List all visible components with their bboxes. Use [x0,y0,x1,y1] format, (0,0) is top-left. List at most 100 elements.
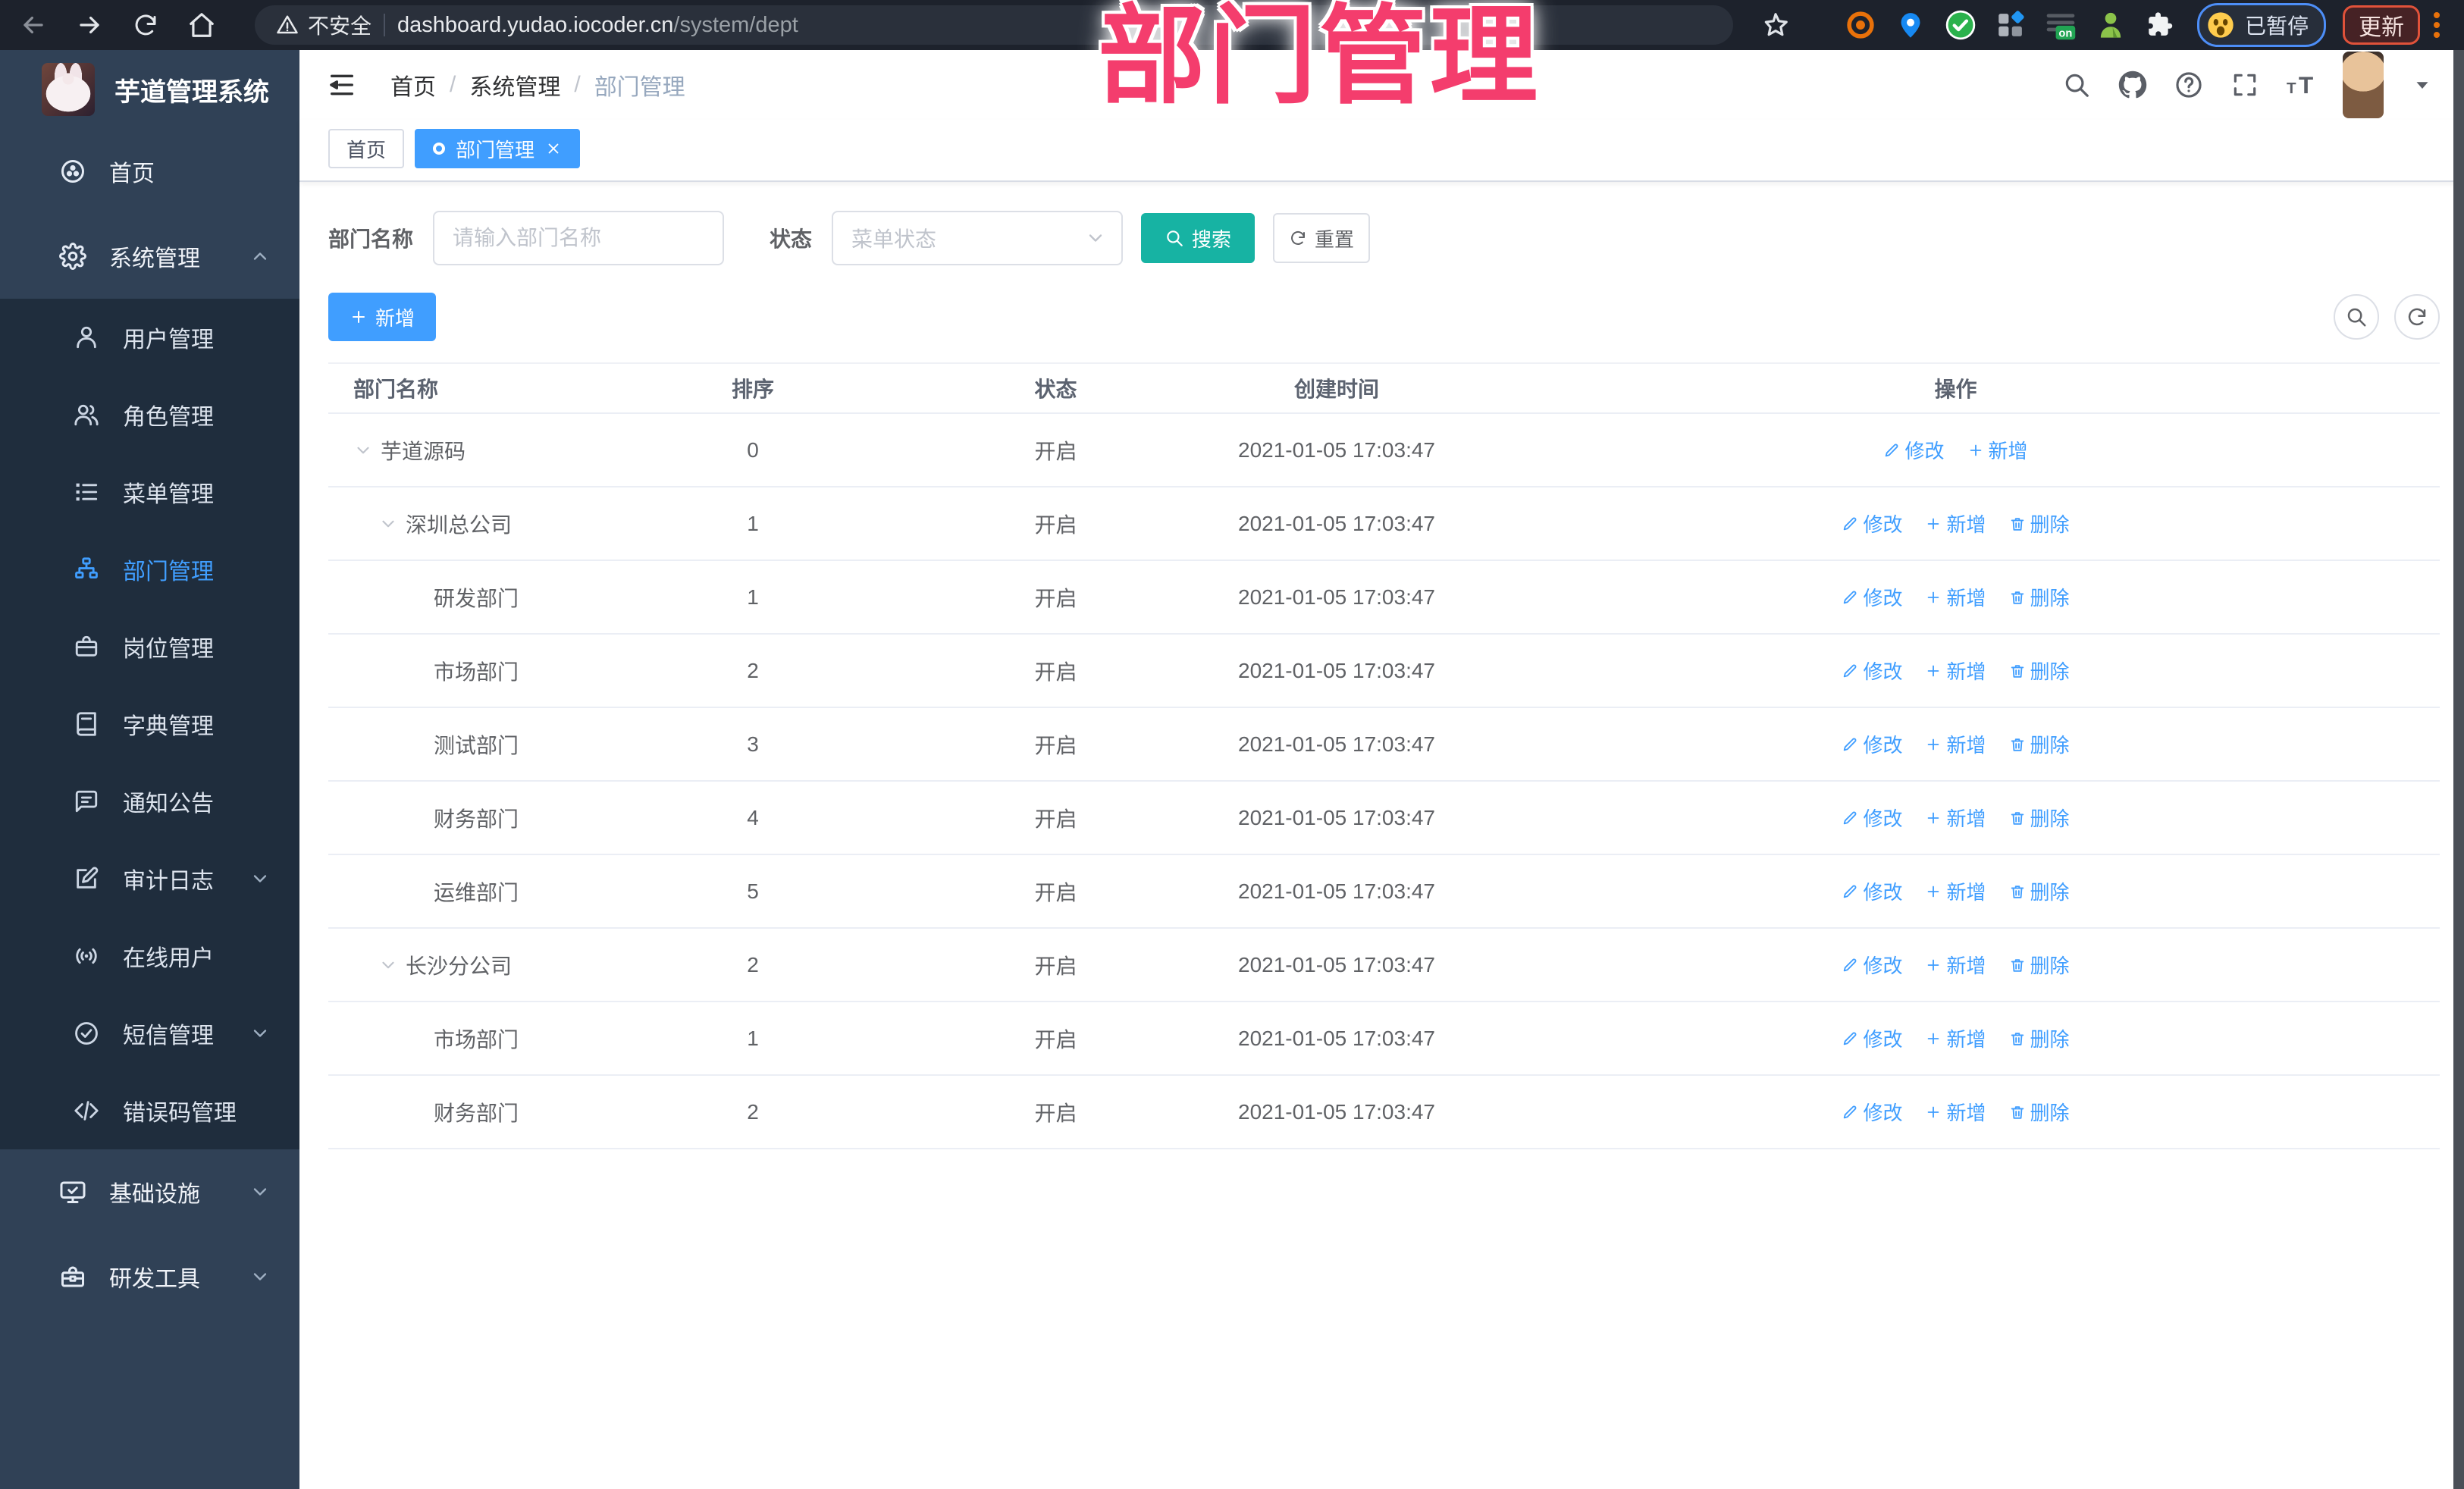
sidebar-item-error-code-management[interactable]: 错误码管理 [0,1072,299,1149]
pencil-icon [1842,589,1858,606]
add-action-link[interactable]: 新增 [1925,804,1986,832]
sidebar-item-post-management[interactable]: 岗位管理 [0,608,299,685]
address-bar[interactable]: 不安全 dashboard.yudao.iocoder.cn/system/de… [255,5,1733,45]
edit-action-link[interactable]: 修改 [1842,583,1902,611]
sidebar-item-dept-management[interactable]: 部门管理 [0,531,299,608]
status-value: 开启 [910,707,1202,782]
browser-back-icon[interactable] [17,8,50,42]
extension-pin-icon[interactable] [1894,8,1927,42]
bookmark-star-icon[interactable] [1759,8,1792,42]
sidebar-item-user-management[interactable]: 用户管理 [0,299,299,376]
sidebar-item-notice[interactable]: 通知公告 [0,763,299,840]
tab-home[interactable]: 首页 [328,129,405,168]
edit-action-link[interactable]: 修改 [1842,1098,1902,1126]
browser-scrollbar[interactable] [2453,50,2464,1489]
table-row: 财务部门 4 开启 2021-01-05 17:03:47 修改 新增 删除 [328,781,2440,855]
delete-action-link[interactable]: 删除 [2009,730,2070,758]
add-action-link[interactable]: 新增 [1925,1024,1986,1052]
delete-action-link[interactable]: 删除 [2009,804,2070,832]
add-action-link[interactable]: 新增 [1925,877,1986,905]
tree-expand-icon[interactable] [378,514,398,534]
add-button[interactable]: 新增 [328,293,436,341]
edit-action-link[interactable]: 修改 [1842,657,1902,685]
browser-update-button[interactable]: 更新 [2343,5,2421,45]
delete-action-link[interactable]: 删除 [2009,657,2070,685]
extension-grid-icon[interactable] [1994,8,2027,42]
profile-paused-pill[interactable]: 已暂停 [2197,3,2327,47]
question-icon[interactable] [2174,71,2203,99]
dept-name: 研发部门 [434,586,519,610]
delete-action-link[interactable]: 删除 [2009,509,2070,538]
dept-name-input[interactable] [433,211,725,265]
status-select[interactable]: 菜单状态 [832,211,1124,265]
breadcrumb-item[interactable]: 系统管理 [469,68,560,102]
github-icon[interactable] [2118,71,2147,99]
add-action-link[interactable]: 新增 [1925,730,1986,758]
fontsize-icon[interactable]: TT [2287,71,2315,99]
delete-action-link[interactable]: 删除 [2009,583,2070,611]
url-divider [384,14,386,36]
sidebar-item-label: 字典管理 [123,714,214,739]
add-action-link[interactable]: 新增 [1925,583,1986,611]
security-label: 不安全 [308,14,372,38]
sidebar-item-online-user[interactable]: 在线用户 [0,917,299,995]
delete-action-link[interactable]: 删除 [2009,951,2070,979]
browser-home-icon[interactable] [185,8,218,42]
breadcrumb-item: 部门管理 [594,75,685,100]
edit-action-link[interactable]: 修改 [1842,730,1902,758]
browser-menu-icon[interactable] [2434,12,2440,38]
chevron-down-icon [249,1023,271,1044]
caret-down-icon[interactable] [2411,74,2434,96]
action-label: 新增 [1946,881,1986,904]
add-action-link[interactable]: 新增 [1925,951,1986,979]
close-icon[interactable] [545,140,562,157]
add-action-link[interactable]: 新增 [1925,509,1986,538]
extension-person-icon[interactable] [2094,8,2127,42]
security-status[interactable]: 不安全 [276,10,371,40]
tree-expand-icon[interactable] [378,955,398,975]
add-action-link[interactable]: 新增 [1925,1098,1986,1126]
pencil-icon [1842,883,1858,900]
edit-action-link[interactable]: 修改 [1842,509,1902,538]
extension-lines-on-icon[interactable]: on [2044,8,2077,42]
sidebar-item-dict-management[interactable]: 字典管理 [0,685,299,763]
hamburger-icon[interactable] [327,70,357,100]
sidebar-item-menu-management[interactable]: 菜单管理 [0,453,299,531]
sidebar-item-infrastructure[interactable]: 基础设施 [0,1149,299,1234]
edit-action-link[interactable]: 修改 [1842,1024,1902,1052]
delete-action-link[interactable]: 删除 [2009,1024,2070,1052]
search-icon[interactable] [2062,71,2091,99]
delete-action-link[interactable]: 删除 [2009,877,2070,905]
extension-check-circle-icon[interactable] [1944,8,1977,42]
tree-expand-icon[interactable] [353,440,373,460]
sidebar-item-home[interactable]: 首页 [0,129,299,214]
user-avatar[interactable] [2343,52,2384,118]
show-search-toggle-button[interactable] [2334,294,2379,340]
sidebar-item-sms-management[interactable]: 短信管理 [0,995,299,1072]
sidebar-item-system-management[interactable]: 系统管理 [0,214,299,299]
browser-forward-icon[interactable] [73,8,106,42]
edit-action-link[interactable]: 修改 [1842,951,1902,979]
browser-refresh-icon[interactable] [129,8,162,42]
edit-action-link[interactable]: 修改 [1842,877,1902,905]
breadcrumb-item[interactable]: 首页 [390,68,436,102]
extension-puzzle-icon[interactable] [2144,8,2177,42]
sidebar-item-audit-log[interactable]: 审计日志 [0,840,299,917]
search-button[interactable]: 搜索 [1141,213,1256,263]
edit-action-link[interactable]: 修改 [1883,436,1945,464]
refresh-table-button[interactable] [2394,294,2440,340]
sidebar-item-dev-tools[interactable]: 研发工具 [0,1234,299,1319]
sidebar-item-role-management[interactable]: 角色管理 [0,376,299,453]
status-value: 开启 [910,781,1202,855]
sidebar-logo-row[interactable]: 芋道管理系统 [0,50,299,129]
add-action-link[interactable]: 新增 [1925,657,1986,685]
user-icon [71,324,102,350]
extension-target-icon[interactable] [1844,8,1877,42]
tab-dept[interactable]: 部门管理 [415,129,581,168]
fullscreen-icon[interactable] [2230,71,2259,99]
add-action-link[interactable]: 新增 [1967,436,2028,464]
reset-button[interactable]: 重置 [1273,213,1371,263]
sidebar-item-label: 用户管理 [123,328,214,353]
delete-action-link[interactable]: 删除 [2009,1098,2070,1126]
edit-action-link[interactable]: 修改 [1842,804,1902,832]
